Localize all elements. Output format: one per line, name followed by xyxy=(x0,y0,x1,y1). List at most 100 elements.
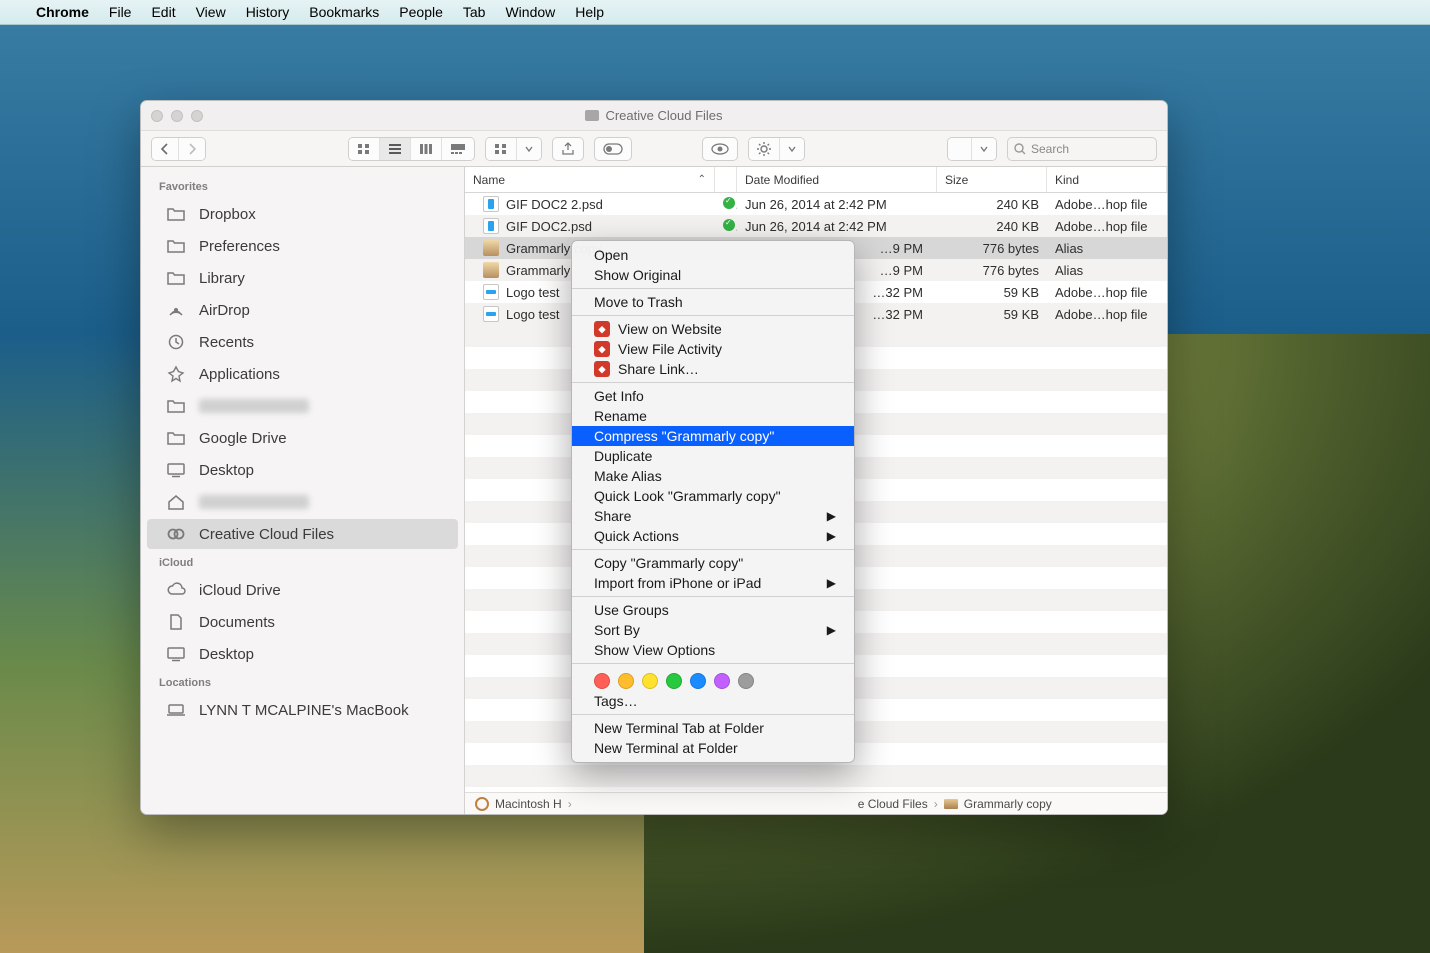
menubar-app-name[interactable]: Chrome xyxy=(26,4,99,20)
file-row[interactable]: GIF DOC2 2.psdJun 26, 2014 at 2:42 PM240… xyxy=(465,193,1167,215)
empty-dropdown[interactable] xyxy=(947,137,997,161)
context-item-new-terminal-at-folder[interactable]: New Terminal at Folder xyxy=(572,738,854,758)
context-item-import-from-iphone-or-ipad[interactable]: Import from iPhone or iPad▶ xyxy=(572,573,854,593)
sidebar-item-creative-cloud-files[interactable]: Creative Cloud Files xyxy=(147,519,458,549)
close-icon[interactable] xyxy=(151,110,163,122)
action-dropdown[interactable] xyxy=(748,137,805,161)
tag-dot[interactable] xyxy=(642,673,658,689)
sidebar-item-preferences[interactable]: Preferences xyxy=(147,231,458,261)
context-item-label: Get Info xyxy=(594,388,644,404)
context-item-use-groups[interactable]: Use Groups xyxy=(572,600,854,620)
sidebar-item-recents[interactable]: Recents xyxy=(147,327,458,357)
sidebar-item-google-drive[interactable]: Google Drive xyxy=(147,423,458,453)
home-icon xyxy=(165,493,187,511)
titlebar[interactable]: Creative Cloud Files xyxy=(141,101,1167,131)
chevron-down-icon[interactable] xyxy=(517,138,541,160)
sidebar-item-icloud-drive[interactable]: iCloud Drive xyxy=(147,575,458,605)
menubar-bookmarks[interactable]: Bookmarks xyxy=(299,4,389,20)
context-item-move-to-trash[interactable]: Move to Trash xyxy=(572,292,854,312)
sidebar-item-blurred[interactable] xyxy=(147,487,458,517)
chevron-down-icon[interactable] xyxy=(780,138,804,160)
tag-dot[interactable] xyxy=(738,673,754,689)
context-item-tags[interactable]: Tags… xyxy=(572,691,854,711)
context-item-get-info[interactable]: Get Info xyxy=(572,386,854,406)
quicklook-button[interactable] xyxy=(702,137,738,161)
nav-back-forward xyxy=(151,137,206,161)
submenu-arrow-icon: ▶ xyxy=(827,509,836,523)
context-item-rename[interactable]: Rename xyxy=(572,406,854,426)
share-button[interactable] xyxy=(552,137,584,161)
file-kind: Adobe…hop file xyxy=(1047,285,1167,300)
context-item-label: Show View Options xyxy=(594,642,715,658)
context-item-view-file-activity[interactable]: ◆View File Activity xyxy=(572,339,854,359)
gear-icon[interactable] xyxy=(749,138,780,160)
tag-dot[interactable] xyxy=(714,673,730,689)
file-kind: Alias xyxy=(1047,263,1167,278)
context-item-share[interactable]: Share▶ xyxy=(572,506,854,526)
path-seg-0[interactable]: Macintosh H xyxy=(495,797,562,811)
tags-button[interactable] xyxy=(594,137,632,161)
menubar-history[interactable]: History xyxy=(236,4,300,20)
path-seg-2[interactable]: Grammarly copy xyxy=(964,797,1052,811)
context-item-show-original[interactable]: Show Original xyxy=(572,265,854,285)
context-item-share-link[interactable]: ◆Share Link… xyxy=(572,359,854,379)
sidebar-item-applications[interactable]: Applications xyxy=(147,359,458,389)
context-item-compress-grammarly-copy[interactable]: Compress "Grammarly copy" xyxy=(572,426,854,446)
menubar-view[interactable]: View xyxy=(186,4,236,20)
sidebar-item-desktop[interactable]: Desktop xyxy=(147,455,458,485)
col-size[interactable]: Size xyxy=(937,167,1047,192)
context-item-view-on-website[interactable]: ◆View on Website xyxy=(572,319,854,339)
context-item-label: Quick Actions xyxy=(594,528,679,544)
menubar-file[interactable]: File xyxy=(99,4,142,20)
view-icons-button[interactable] xyxy=(349,138,380,160)
sidebar-item-documents[interactable]: Documents xyxy=(147,607,458,637)
zoom-icon[interactable] xyxy=(191,110,203,122)
tag-dot[interactable] xyxy=(594,673,610,689)
sidebar-item-desktop[interactable]: Desktop xyxy=(147,639,458,669)
sidebar-item-lynn-t-mcalpine-s-macbook[interactable]: LYNN T MCALPINE's MacBook xyxy=(147,695,458,725)
sidebar-item-blurred[interactable] xyxy=(147,391,458,421)
menubar-tab[interactable]: Tab xyxy=(453,4,496,20)
folder-icon xyxy=(165,269,187,287)
context-item-sort-by[interactable]: Sort By▶ xyxy=(572,620,854,640)
chevron-down-icon[interactable] xyxy=(972,138,996,160)
path-bar[interactable]: Macintosh H › e Cloud Files › Grammarly … xyxy=(465,792,1167,814)
minimize-icon[interactable] xyxy=(171,110,183,122)
search-input[interactable]: Search xyxy=(1007,137,1157,161)
context-item-copy-grammarly-copy[interactable]: Copy "Grammarly copy" xyxy=(572,553,854,573)
forward-button[interactable] xyxy=(179,138,205,160)
sidebar-item-dropbox[interactable]: Dropbox xyxy=(147,199,458,229)
view-gallery-button[interactable] xyxy=(442,138,474,160)
sidebar-item-library[interactable]: Library xyxy=(147,263,458,293)
tag-dot[interactable] xyxy=(690,673,706,689)
context-item-new-terminal-tab-at-folder[interactable]: New Terminal Tab at Folder xyxy=(572,718,854,738)
sidebar-item-airdrop[interactable]: AirDrop xyxy=(147,295,458,325)
col-kind[interactable]: Kind xyxy=(1047,167,1167,192)
cc-icon xyxy=(165,525,187,543)
back-button[interactable] xyxy=(152,138,179,160)
context-item-make-alias[interactable]: Make Alias xyxy=(572,466,854,486)
view-list-button[interactable] xyxy=(380,138,411,160)
cloud-icon xyxy=(165,581,187,599)
context-item-open[interactable]: Open xyxy=(572,245,854,265)
context-item-quick-actions[interactable]: Quick Actions▶ xyxy=(572,526,854,546)
context-item-label: Rename xyxy=(594,408,647,424)
arrange-dropdown[interactable] xyxy=(485,137,542,161)
col-name[interactable]: Name⌃ xyxy=(465,167,715,192)
context-item-duplicate[interactable]: Duplicate xyxy=(572,446,854,466)
traffic-lights[interactable] xyxy=(151,110,203,122)
view-columns-button[interactable] xyxy=(411,138,442,160)
context-item-label: Compress "Grammarly copy" xyxy=(594,428,774,444)
path-seg-1[interactable]: e Cloud Files xyxy=(858,797,928,811)
tag-dot[interactable] xyxy=(666,673,682,689)
menubar-people[interactable]: People xyxy=(389,4,453,20)
context-item-show-view-options[interactable]: Show View Options xyxy=(572,640,854,660)
file-row[interactable]: GIF DOC2.psdJun 26, 2014 at 2:42 PM240 K… xyxy=(465,215,1167,237)
tag-dot[interactable] xyxy=(618,673,634,689)
submenu-arrow-icon: ▶ xyxy=(827,623,836,637)
menubar-help[interactable]: Help xyxy=(565,4,614,20)
menubar-edit[interactable]: Edit xyxy=(141,4,185,20)
menubar-window[interactable]: Window xyxy=(495,4,565,20)
context-item-quick-look-grammarly-copy[interactable]: Quick Look "Grammarly copy" xyxy=(572,486,854,506)
col-date[interactable]: Date Modified xyxy=(737,167,937,192)
